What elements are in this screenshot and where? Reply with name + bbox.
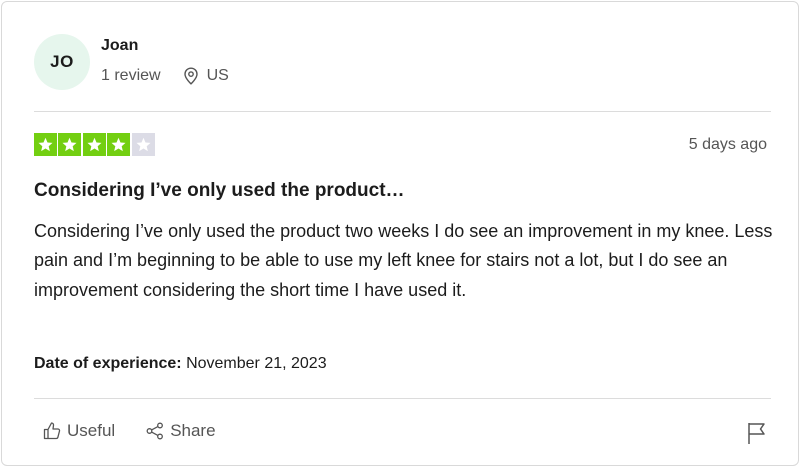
share-button[interactable]: Share xyxy=(145,421,216,441)
review-count: 1 review xyxy=(101,67,161,84)
experience-date: November 21, 2023 xyxy=(186,355,327,372)
review-date: 5 days ago xyxy=(688,136,767,153)
star-icon xyxy=(87,137,102,152)
useful-button[interactable]: Useful xyxy=(42,421,115,441)
star-rating xyxy=(34,133,156,156)
star-icon xyxy=(38,137,53,152)
divider-top xyxy=(34,111,771,112)
flag-icon[interactable] xyxy=(746,421,768,445)
star-icon xyxy=(62,137,77,152)
location-text: US xyxy=(206,67,229,84)
star-filled xyxy=(34,133,57,156)
share-icon xyxy=(146,422,164,440)
review-title[interactable]: Considering I’ve only used the product… xyxy=(34,180,405,202)
star-icon xyxy=(136,137,151,152)
consumer-details: Joan 1 review US xyxy=(101,37,229,85)
consumer-location: US xyxy=(183,67,229,85)
review-actions: Useful Share xyxy=(42,421,246,441)
thumbs-up-icon xyxy=(43,422,61,440)
review-card: JO Joan 1 review US 5 days ago Consideri… xyxy=(1,1,799,466)
experience-label: Date of experience: xyxy=(34,355,182,372)
divider-bottom xyxy=(34,398,771,399)
review-text: Considering I’ve only used the product t… xyxy=(34,221,773,300)
avatar[interactable]: JO xyxy=(34,34,90,90)
star-filled xyxy=(107,133,131,156)
useful-label: Useful xyxy=(67,421,116,440)
consumer-meta: 1 review US xyxy=(101,67,229,85)
star-icon xyxy=(111,137,126,152)
location-pin-icon xyxy=(183,67,198,85)
consumer-info: JO Joan 1 review US xyxy=(34,34,229,90)
star-filled xyxy=(82,133,106,156)
star-empty xyxy=(131,133,155,156)
consumer-name[interactable]: Joan xyxy=(101,37,229,55)
date-of-experience: Date of experience: November 21, 2023 xyxy=(34,355,327,373)
share-label: Share xyxy=(170,421,216,440)
star-filled xyxy=(58,133,82,156)
